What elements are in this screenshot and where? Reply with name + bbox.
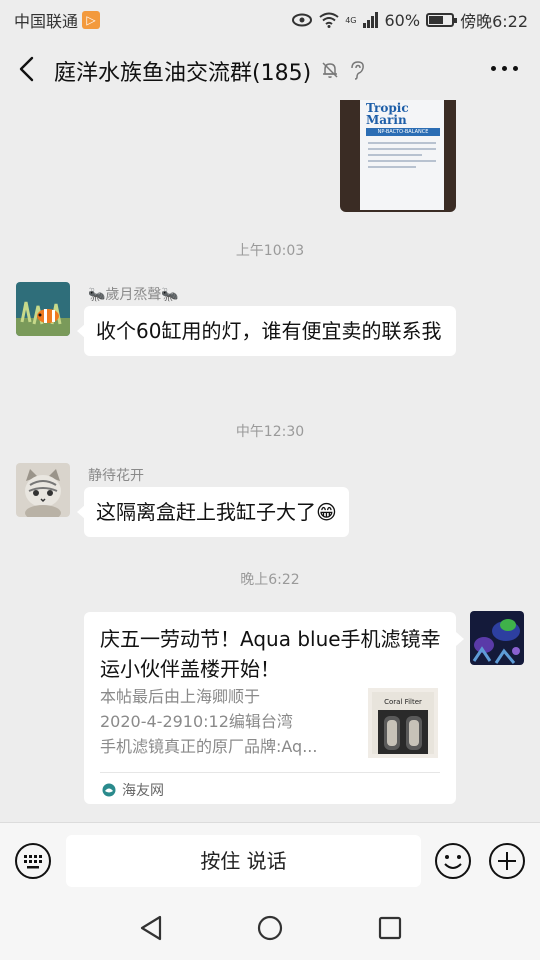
status-bar: 中国联通 ▷ 4G 60% 傍晚6:22 [0,0,540,38]
carrier-badge-icon: ▷ [82,11,101,29]
divider [100,772,440,773]
product-text-lines [368,142,436,172]
description-line: 2020-4-2910:12编辑台湾 [100,712,293,731]
earpiece-mode-icon [351,61,364,80]
back-arrow-icon[interactable] [16,56,40,82]
hold-to-talk-button[interactable]: 按住 说话 [66,835,421,887]
signal-icon [362,12,378,28]
battery-icon [426,13,458,27]
battery-percent: 60% [384,10,421,30]
message-bubble[interactable]: 收个60缸用的灯，谁有便宜卖的联系我 [77,306,456,356]
keyboard-icon[interactable] [14,842,52,880]
source-name: 海友网 [122,783,164,799]
sender-name: 🐜歲月烝聲🐜 [88,287,179,303]
timestamp: 上午10:03 [235,243,305,259]
message-bubble[interactable]: 这隔离盒赶上我缸子大了😁 [77,487,349,537]
product-brand: Tropic Marin [366,101,409,127]
clownfish-avatar-image [16,282,70,336]
chat-header: 庭洋水族鱼油交流群(185) [0,38,540,100]
aquarium-avatar-image [470,611,524,665]
timestamp: 中午12:30 [235,424,305,440]
image-message[interactable]: Tropic Marin NP-BACTO-BALANCE [340,100,456,212]
site-logo-icon [102,783,116,797]
status-icons: 4G 60% 傍晚6:22 [291,8,528,32]
link-card-title: 庆五一劳动节！Aqua blue手机滤镜幸运小伙伴盖楼开始！ [100,627,441,681]
coral-filter-box-image: Coral Filter [372,692,434,754]
emoji-icon[interactable] [434,842,472,880]
link-card-thumbnail: Coral Filter [368,688,438,758]
nav-home-icon[interactable] [257,915,283,941]
more-options-icon[interactable] [491,66,518,71]
product-name: NP-BACTO-BALANCE [366,128,440,136]
clock: 傍晚6:22 [460,12,528,31]
battery-level [429,16,444,24]
chat-area[interactable]: Tropic Marin NP-BACTO-BALANCE 上午10:03 🐜歲… [0,100,540,822]
link-card-source: 海友网 [102,780,164,800]
thumbnail-label: Coral Filter [384,698,422,706]
input-bar: 按住 说话 [0,822,540,898]
link-card-description: 本帖最后由上海卿顺于 2020-4-2910:12编辑台湾 手机滤镜真正的原厂品… [100,684,360,759]
mute-bell-icon [322,62,338,78]
timestamp: 晚上6:22 [240,572,300,588]
description-line: 本帖最后由上海卿顺于 [100,687,261,706]
eye-icon [292,13,313,27]
wifi-icon [319,12,339,28]
description-line: 手机滤镜真正的原厂品牌:Aq... [100,737,318,756]
carrier: 中国联通 ▷ [14,8,101,32]
product-photo: Tropic Marin NP-BACTO-BALANCE [360,100,444,210]
carrier-name: 中国联通 [14,12,79,31]
nav-recent-apps-icon[interactable] [378,916,402,940]
cat-avatar-image [16,463,70,517]
my-avatar[interactable] [470,611,524,665]
system-nav-bar [0,898,540,960]
chat-title: 庭洋水族鱼油交流群(185) [54,61,312,86]
avatar[interactable] [16,463,70,517]
network-type: 4G [345,15,357,25]
plus-icon[interactable] [488,842,526,880]
sender-name: 静待花开 [88,468,144,484]
avatar[interactable] [16,282,70,336]
link-card[interactable]: 庆五一劳动节！Aqua blue手机滤镜幸运小伙伴盖楼开始！ 本帖最后由上海卿顺… [84,612,464,804]
nav-back-icon[interactable] [138,914,164,942]
